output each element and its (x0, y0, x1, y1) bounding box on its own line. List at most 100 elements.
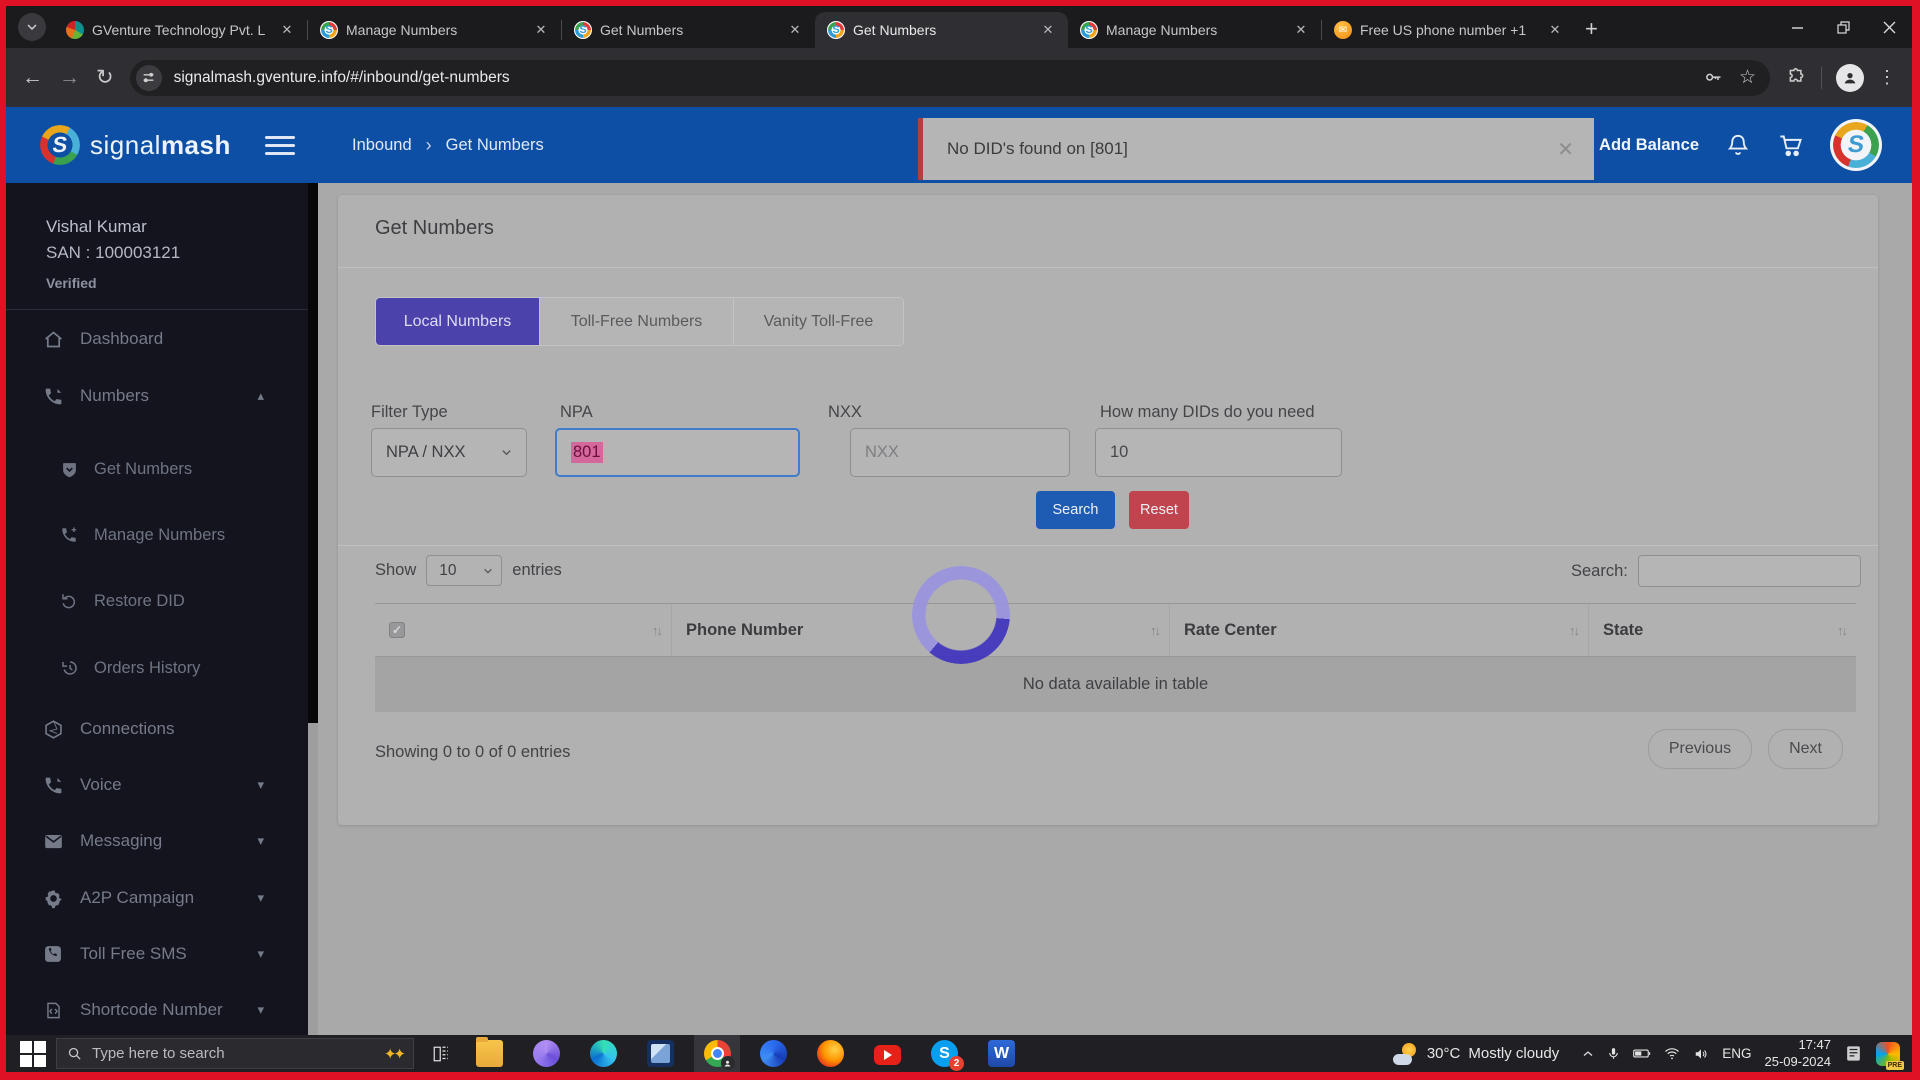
reload-button[interactable]: ↻ (96, 67, 114, 88)
close-window-button[interactable] (1866, 6, 1912, 48)
notifications-bell-icon[interactable] (1725, 132, 1751, 158)
notifications-center-button[interactable] (1844, 1044, 1863, 1063)
taskbar-search-box[interactable]: Type here to search ✦✦ (56, 1038, 414, 1069)
alert-close-icon[interactable]: ✕ (1557, 137, 1574, 162)
close-icon[interactable]: ✕ (1545, 20, 1565, 40)
copilot-icon[interactable]: PRE (1876, 1042, 1900, 1066)
start-button[interactable] (20, 1041, 46, 1067)
edge-browser-icon[interactable] (590, 1040, 617, 1067)
sort-icon[interactable]: ↑↓ (1569, 623, 1578, 638)
media-app-icon[interactable] (533, 1040, 560, 1067)
wifi-icon[interactable] (1664, 1047, 1680, 1060)
task-view-button[interactable] (432, 1045, 450, 1063)
sort-icon[interactable]: ↑↓ (1837, 623, 1846, 638)
sidebar-item-numbers[interactable]: Numbers ▴ (6, 380, 308, 412)
sidebar-item-get-numbers[interactable]: Get Numbers (6, 453, 308, 485)
state-column-header[interactable]: State ↑↓ (1589, 604, 1856, 656)
microphone-tray-icon[interactable] (1607, 1046, 1620, 1061)
restore-button[interactable] (1820, 6, 1866, 48)
reset-button[interactable]: Reset (1129, 491, 1189, 529)
previous-page-button[interactable]: Previous (1648, 729, 1752, 769)
select-all-checkbox[interactable]: ✓ (389, 622, 405, 638)
minimize-button[interactable] (1774, 6, 1820, 48)
tab-toll-free-numbers[interactable]: Toll-Free Numbers (540, 298, 734, 345)
sort-icon[interactable]: ↑↓ (1150, 623, 1159, 638)
rate-center-column-header[interactable]: Rate Center ↑↓ (1170, 604, 1589, 656)
browser-profile-button[interactable] (1836, 64, 1864, 92)
get-numbers-card: Get Numbers Local Numbers Toll-Free Numb… (338, 195, 1878, 825)
tab-local-numbers[interactable]: Local Numbers (376, 298, 540, 345)
next-page-button[interactable]: Next (1768, 729, 1843, 769)
speaker-icon[interactable] (1693, 1047, 1709, 1061)
site-info-button[interactable] (136, 65, 162, 91)
sidebar-toggle-button[interactable] (265, 131, 295, 160)
nxx-input[interactable] (865, 443, 1055, 462)
close-icon[interactable]: ✕ (1291, 20, 1311, 40)
scrollbar-thumb[interactable] (308, 183, 318, 723)
close-icon[interactable]: ✕ (785, 20, 805, 40)
sidebar-item-label: Get Numbers (94, 460, 192, 479)
number-type-tabs: Local Numbers Toll-Free Numbers Vanity T… (375, 297, 904, 346)
tab-search-button[interactable] (18, 13, 46, 41)
tab-manage-numbers-1[interactable]: Manage Numbers ✕ (308, 12, 561, 48)
account-avatar[interactable] (1830, 119, 1882, 171)
signalmash-logo[interactable]: signalmash (40, 107, 231, 183)
tab-get-numbers-active[interactable]: Get Numbers ✕ (815, 12, 1068, 48)
tab-manage-numbers-2[interactable]: Manage Numbers ✕ (1068, 12, 1321, 48)
sidebar-item-messaging[interactable]: Messaging ▾ (6, 825, 308, 857)
tray-expand-button[interactable] (1582, 1048, 1594, 1060)
close-icon[interactable]: ✕ (277, 20, 297, 40)
page-size-select[interactable]: 10 (426, 555, 502, 586)
sidebar-item-shortcode-number[interactable]: Shortcode Number ▾ (6, 994, 308, 1026)
sidebar-item-restore-did[interactable]: Restore DID (6, 585, 308, 617)
dids-input[interactable] (1110, 443, 1327, 462)
add-balance-button[interactable]: Add Balance (1599, 136, 1699, 155)
tab-get-numbers-1[interactable]: Get Numbers ✕ (562, 12, 815, 48)
file-explorer-icon[interactable] (476, 1040, 503, 1067)
close-icon[interactable]: ✕ (531, 20, 551, 40)
extensions-icon[interactable] (1786, 67, 1807, 88)
sort-icon[interactable]: ↑↓ (652, 623, 661, 638)
sidebar-item-connections[interactable]: Connections (6, 713, 308, 745)
entries-label: entries (512, 561, 562, 580)
sidebar-item-voice[interactable]: Voice ▾ (6, 769, 308, 801)
new-tab-button[interactable]: + (1585, 16, 1598, 42)
chrome-taskbar-active[interactable] (694, 1035, 740, 1072)
youtube-icon[interactable] (874, 1045, 901, 1065)
close-icon[interactable]: ✕ (1038, 20, 1058, 40)
breadcrumb-section[interactable]: Inbound (352, 136, 412, 155)
cart-icon[interactable] (1777, 132, 1804, 159)
sidebar-item-dashboard[interactable]: Dashboard (6, 323, 308, 355)
back-button[interactable]: ← (22, 67, 43, 88)
weather-widget[interactable]: 30°C Mostly cloudy (1393, 1043, 1559, 1065)
browser-menu-button[interactable]: ⋮ (1878, 67, 1896, 88)
sidebar-item-a2p-campaign[interactable]: A2P Campaign ▾ (6, 882, 308, 914)
tab-vanity-toll-free[interactable]: Vanity Toll-Free (734, 298, 903, 345)
gventure-icon (66, 21, 84, 39)
language-indicator[interactable]: ENG (1722, 1046, 1751, 1061)
filter-type-select[interactable]: NPA / NXX (371, 428, 527, 477)
system-clock[interactable]: 17:47 25-09-2024 (1765, 1037, 1832, 1071)
npa-input[interactable]: 801 (555, 428, 800, 477)
sidebar-item-manage-numbers[interactable]: Manage Numbers (6, 519, 308, 551)
skype-icon[interactable]: S 2 (931, 1040, 958, 1067)
search-button[interactable]: Search (1036, 491, 1115, 529)
bookmark-star-icon[interactable]: ☆ (1739, 66, 1756, 89)
battery-icon[interactable] (1633, 1047, 1651, 1060)
minimize-icon (1791, 21, 1804, 34)
sidebar-item-toll-free-sms[interactable]: Toll Free SMS ▾ (6, 938, 308, 970)
password-key-icon[interactable] (1703, 68, 1723, 88)
page-size-value: 10 (439, 562, 456, 580)
select-all-column-header[interactable]: ✓ ↑↓ (375, 604, 672, 656)
tab-free-us-number[interactable]: Free US phone number +1 ✕ (1322, 12, 1575, 48)
firefox-icon[interactable] (817, 1040, 844, 1067)
photos-app-icon[interactable] (647, 1040, 674, 1067)
tab-gventure[interactable]: GVenture Technology Pvt. L ✕ (54, 12, 307, 48)
sidebar-scrollbar[interactable] (308, 183, 318, 1035)
omnibox[interactable]: signalmash.gventure.info/#/inbound/get-n… (130, 60, 1770, 96)
sidebar-item-orders-history[interactable]: Orders History (6, 652, 308, 684)
blue-app-icon[interactable] (760, 1040, 787, 1067)
forward-button[interactable]: → (59, 67, 80, 88)
word-icon[interactable]: W (988, 1040, 1015, 1067)
table-search-input[interactable] (1638, 555, 1861, 587)
